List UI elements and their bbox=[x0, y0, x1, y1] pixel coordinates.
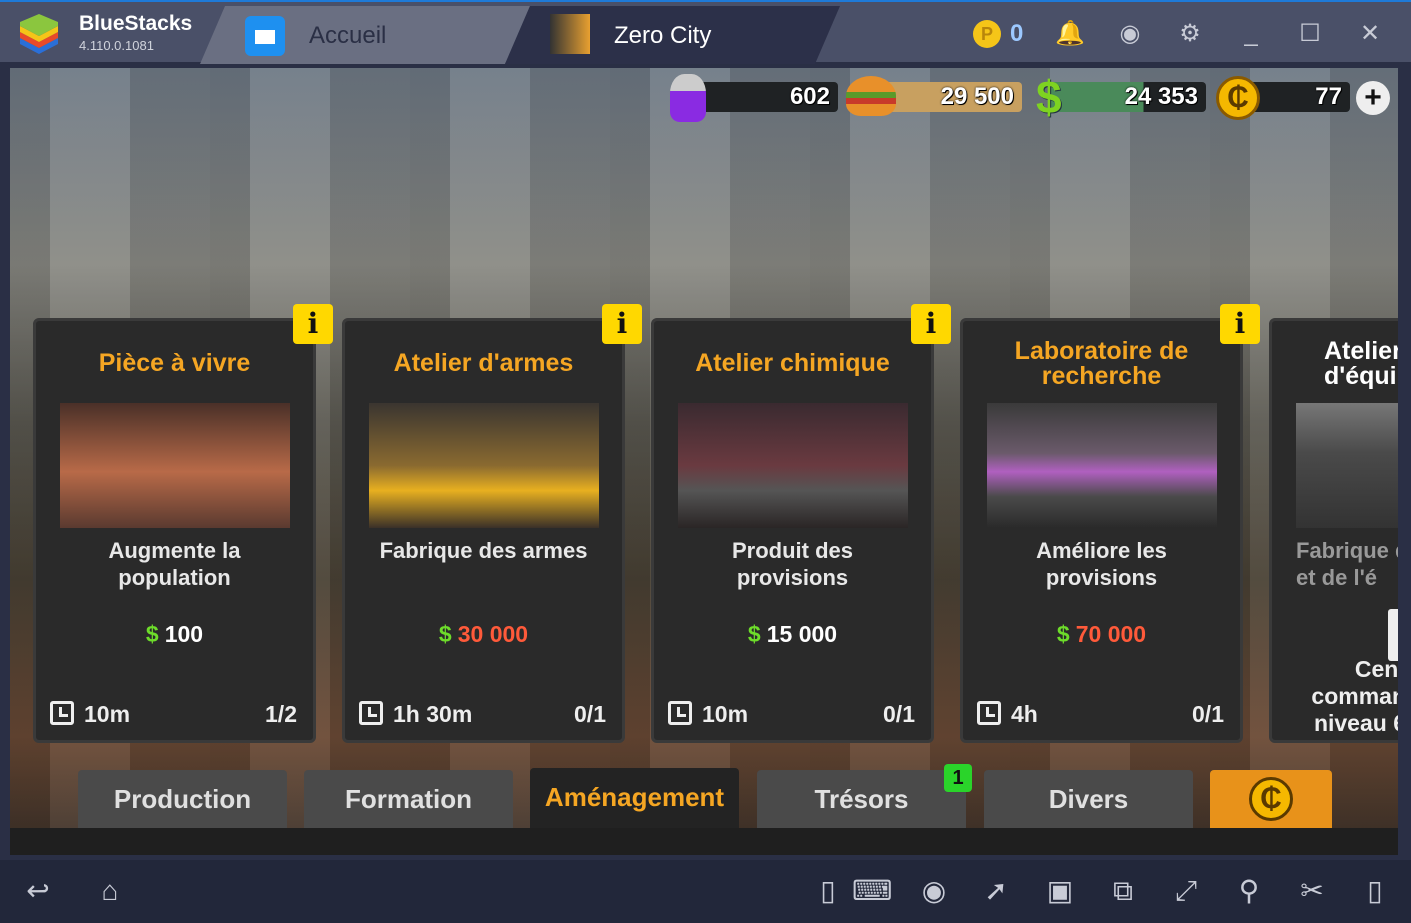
card-description: Fabrique d et de l'é bbox=[1296, 538, 1398, 590]
bluestacks-logo bbox=[20, 14, 58, 54]
clock-icon bbox=[50, 701, 74, 725]
time-value: 10m bbox=[84, 701, 131, 727]
lock-icon bbox=[1388, 609, 1398, 661]
gear-icon[interactable]: ⚙ bbox=[1176, 20, 1204, 48]
info-button[interactable]: i bbox=[1220, 304, 1260, 344]
pointer-icon[interactable]: ➚ bbox=[978, 873, 1014, 909]
tab-premium-shop[interactable]: ₵ bbox=[1210, 770, 1332, 828]
dollar-icon: $ bbox=[1036, 71, 1062, 123]
close-icon[interactable]: ✕ bbox=[1356, 20, 1384, 48]
room-image bbox=[1296, 403, 1398, 528]
tab-zero-city-label: Zero City bbox=[614, 22, 712, 49]
flask-icon bbox=[670, 74, 706, 122]
home-icon bbox=[245, 16, 285, 56]
back-icon[interactable]: ↩ bbox=[20, 873, 56, 909]
tab-tresors[interactable]: Trésors bbox=[757, 770, 966, 828]
time-value: 1h 30m bbox=[393, 701, 473, 727]
premium-coin-icon: ₵ bbox=[1249, 777, 1293, 821]
build-count: 1/2 bbox=[265, 701, 297, 727]
app-name: BlueStacks bbox=[79, 12, 193, 35]
price-value: 15 000 bbox=[766, 621, 838, 647]
room-image bbox=[369, 403, 599, 528]
price-value: 30 000 bbox=[457, 621, 529, 647]
dollar-icon: $ bbox=[145, 621, 159, 647]
build-count: 0/1 bbox=[574, 701, 606, 727]
eye-icon[interactable]: ◉ bbox=[916, 873, 952, 909]
card-price: $100 bbox=[36, 621, 313, 648]
tab-formation[interactable]: Formation bbox=[304, 770, 513, 828]
record-icon[interactable]: ▣ bbox=[1042, 873, 1078, 909]
card-price: $70 000 bbox=[963, 621, 1240, 648]
research-count: 602 bbox=[700, 82, 838, 112]
tab-accueil-label: Accueil bbox=[309, 22, 387, 49]
building-card-atelier-chimique[interactable]: i Atelier chimique Produit des provision… bbox=[651, 304, 951, 743]
clock-icon bbox=[668, 701, 692, 725]
time-value: 10m bbox=[702, 701, 749, 727]
card-title: Laboratoire de recherche bbox=[1014, 337, 1189, 390]
build-time: 10m bbox=[668, 701, 748, 728]
tresors-badge: 1 bbox=[944, 764, 972, 792]
game-view: 602 29 500 24 353 $ 77 ₵ + i Pièce à viv… bbox=[10, 68, 1398, 855]
price-value: 70 000 bbox=[1075, 621, 1147, 647]
add-currency-button[interactable]: + bbox=[1356, 81, 1390, 115]
card-description: Fabrique des armes bbox=[379, 538, 588, 563]
location-icon[interactable]: ⚲ bbox=[1231, 873, 1267, 909]
money-count: 24 353 bbox=[1050, 82, 1206, 112]
info-button[interactable]: i bbox=[911, 304, 951, 344]
build-count: 0/1 bbox=[883, 701, 915, 727]
burger-icon bbox=[846, 76, 896, 116]
room-image bbox=[678, 403, 908, 528]
card-title: Pièce à vivre bbox=[98, 349, 251, 377]
dollar-icon: $ bbox=[1056, 621, 1070, 647]
info-button[interactable]: i bbox=[293, 304, 333, 344]
building-card-atelier-armes[interactable]: i Atelier d'armes Fabrique des armes $30… bbox=[342, 304, 642, 743]
clock-icon bbox=[359, 701, 383, 725]
card-title: Atelier d'armes bbox=[393, 349, 574, 377]
maximize-icon[interactable]: ☐ bbox=[1296, 20, 1324, 48]
app-version: 4.110.0.1081 bbox=[79, 38, 154, 53]
bell-icon[interactable]: 🔔 bbox=[1055, 20, 1085, 48]
coin-count: 0 bbox=[1010, 20, 1024, 47]
build-time: 10m bbox=[50, 701, 130, 728]
dollar-icon: $ bbox=[438, 621, 452, 647]
fullscreen-icon[interactable]: ⤢ bbox=[1168, 873, 1204, 909]
title-bar: BlueStacks 4.110.0.1081 Accueil Zero Cit… bbox=[0, 0, 1411, 62]
info-button[interactable]: i bbox=[602, 304, 642, 344]
locked-requirement: Cent comman niveau 6 bbox=[1311, 656, 1398, 736]
building-card-piece-a-vivre[interactable]: i Pièce à vivre Augmente la population $… bbox=[33, 304, 333, 743]
card-description: Augmente la population bbox=[108, 538, 241, 590]
build-time: 1h 30m bbox=[359, 701, 472, 728]
minimize-icon[interactable]: _ bbox=[1237, 20, 1265, 48]
keyboard-icon[interactable]: ⌨ bbox=[852, 873, 892, 909]
card-description: Améliore les provisions bbox=[1036, 538, 1167, 590]
tab-production[interactable]: Production bbox=[78, 770, 287, 828]
room-image bbox=[987, 403, 1217, 528]
room-image bbox=[60, 403, 290, 528]
zero-city-icon bbox=[550, 14, 590, 54]
dollar-icon: $ bbox=[747, 621, 761, 647]
price-value: 100 bbox=[164, 621, 204, 647]
time-value: 4h bbox=[1011, 701, 1038, 727]
build-count: 0/1 bbox=[1192, 701, 1224, 727]
tab-bar-base bbox=[10, 828, 1398, 855]
building-card-laboratoire[interactable]: i Laboratoire de recherche Améliore les … bbox=[960, 304, 1260, 743]
building-card-atelier-equipement-locked[interactable]: Atelier d'équi Fabrique d et de l'é Cent… bbox=[1269, 318, 1398, 743]
scissors-icon[interactable]: ✂ bbox=[1294, 873, 1330, 909]
card-price: $15 000 bbox=[654, 621, 931, 648]
home-icon[interactable]: ⌂ bbox=[92, 873, 128, 909]
build-time: 4h bbox=[977, 701, 1038, 728]
shake-icon[interactable]: ▯ bbox=[1357, 873, 1393, 909]
card-title: Atelier d'équi bbox=[1324, 337, 1398, 390]
premium-coin-icon: ₵ bbox=[1216, 76, 1260, 120]
clock-icon bbox=[977, 701, 1001, 725]
card-description: Produit des provisions bbox=[731, 538, 853, 590]
coin-icon[interactable]: P bbox=[973, 20, 1001, 48]
card-price: $30 000 bbox=[345, 621, 622, 648]
portrait-icon[interactable]: ▯ bbox=[810, 873, 846, 909]
card-title: Atelier chimique bbox=[695, 349, 890, 377]
multi-instance-icon[interactable]: ⧉ bbox=[1105, 873, 1141, 909]
tab-divers[interactable]: Divers bbox=[984, 770, 1193, 828]
tab-amenagement[interactable]: Aménagement bbox=[530, 768, 739, 830]
account-icon[interactable]: ◉ bbox=[1116, 20, 1144, 48]
